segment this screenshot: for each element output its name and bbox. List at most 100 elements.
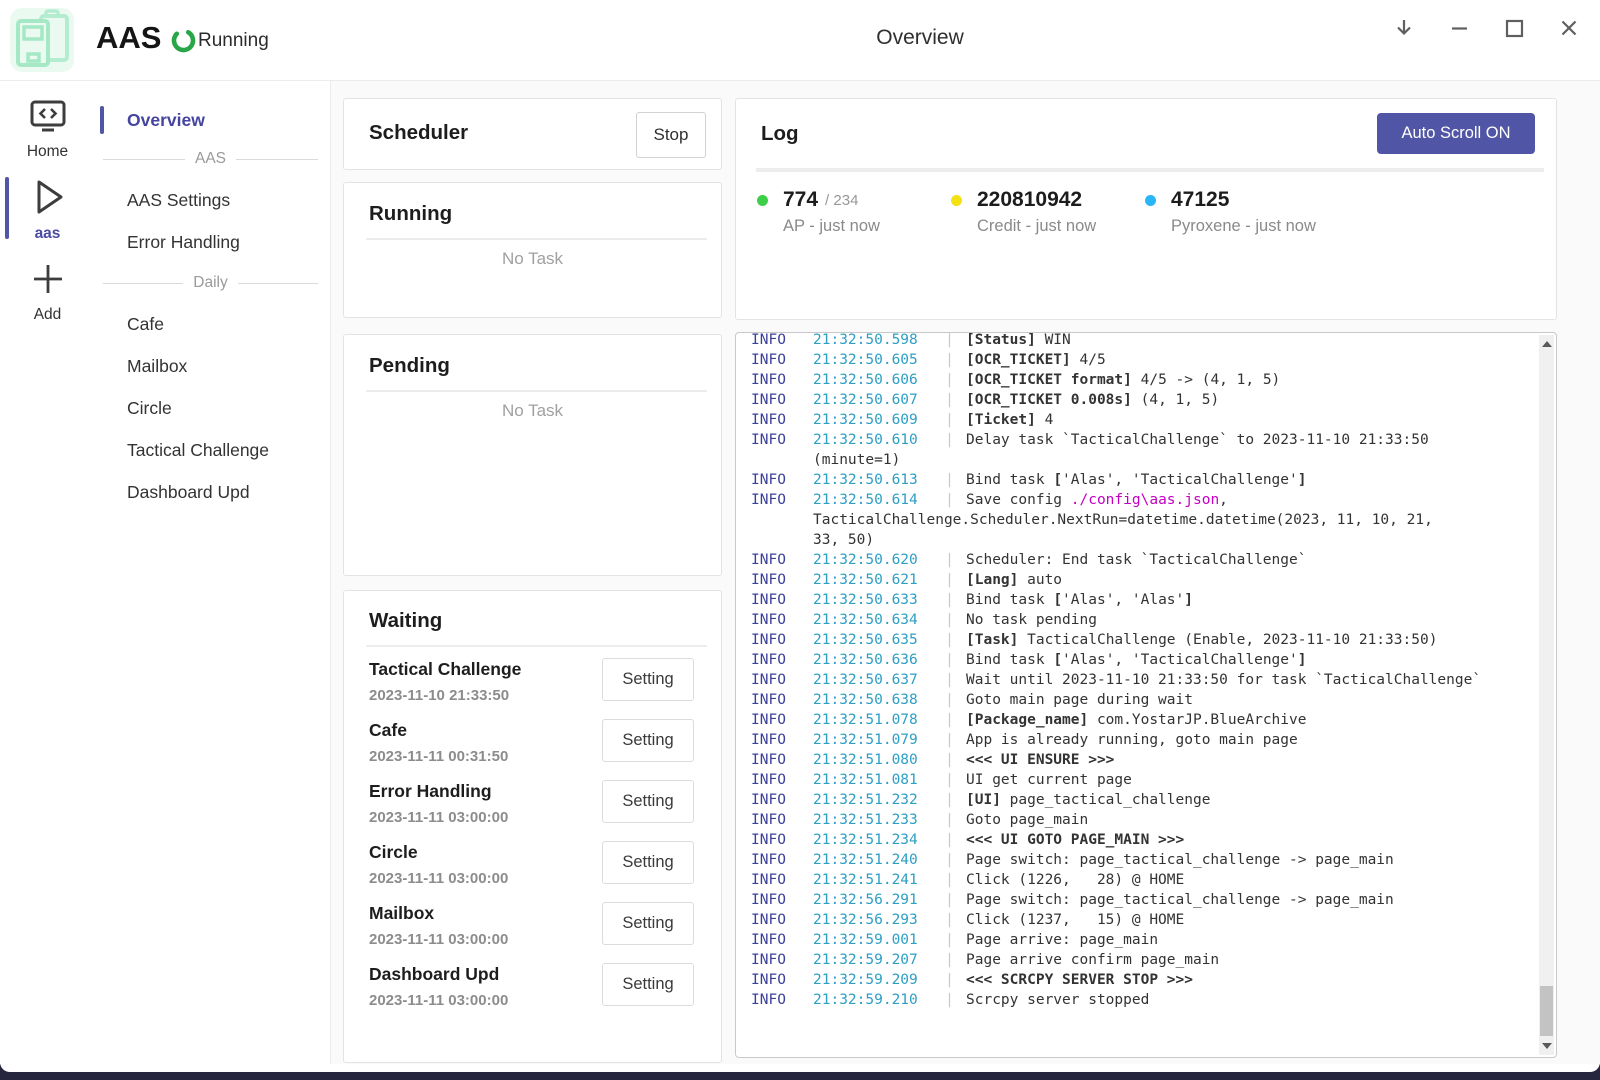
pending-title: Pending — [369, 354, 450, 378]
task-setting-button[interactable]: Setting — [602, 719, 694, 762]
log-message: [Task] TacticalChallenge (Enable, 2023-1… — [966, 630, 1437, 650]
log-level: INFO — [751, 990, 813, 1010]
log-level: INFO — [751, 770, 813, 790]
log-separator: | — [933, 930, 966, 950]
stat-total: / 234 — [825, 192, 858, 209]
log-timestamp: 21:32:51.233 — [813, 810, 933, 830]
sidebar-item-error-handling[interactable]: Error Handling — [95, 221, 330, 263]
log-timestamp: 21:32:50.610 — [813, 430, 933, 450]
log-level: INFO — [751, 830, 813, 850]
divider-line — [238, 283, 318, 284]
log-line-continuation: (minute=1) — [813, 450, 1536, 470]
log-separator: | — [933, 710, 966, 730]
log-message: Goto main page during wait — [966, 690, 1193, 710]
log-timestamp: 21:32:50.607 — [813, 390, 933, 410]
sidebar-item-label: Cafe — [127, 314, 164, 335]
sidebar-item-dashboard-upd[interactable]: Dashboard Upd — [95, 471, 330, 513]
log-line: INFO21:32:50.610|Delay task `TacticalCha… — [751, 430, 1536, 450]
sidebar-item-label: Tactical Challenge — [127, 440, 269, 461]
log-message: Wait until 2023-11-10 21:33:50 for task … — [966, 670, 1481, 690]
log-level: INFO — [751, 790, 813, 810]
sidebar-item-label: Circle — [127, 398, 172, 419]
log-separator: | — [933, 870, 966, 890]
log-line: INFO21:32:50.605|[OCR_TICKET] 4/5 — [751, 350, 1536, 370]
sidebar-item-label: Dashboard Upd — [127, 482, 250, 503]
scrollbar-up-arrow-icon[interactable] — [1542, 341, 1552, 347]
log-separator: | — [933, 770, 966, 790]
active-indicator — [5, 177, 9, 239]
stat-value: 47125 — [1171, 188, 1229, 212]
log-scrollbar[interactable] — [1539, 335, 1554, 1055]
close-icon — [1554, 13, 1584, 46]
waiting-task-row: Cafe2023-11-11 00:31:50Setting — [369, 718, 694, 779]
close-button[interactable] — [1554, 14, 1584, 44]
log-level: INFO — [751, 890, 813, 910]
log-message: Bind task ['Alas', 'Alas'] — [966, 590, 1193, 610]
waiting-task-row: Dashboard Upd2023-11-11 03:00:00Setting — [369, 962, 694, 1023]
stat-label: AP - just now — [783, 217, 951, 236]
log-line: INFO21:32:50.606|[OCR_TICKET format] 4/5… — [751, 370, 1536, 390]
task-setting-button[interactable]: Setting — [602, 902, 694, 945]
log-message: [Lang] auto — [966, 570, 1062, 590]
sidebar-item-aas-settings[interactable]: AAS Settings — [95, 179, 330, 221]
log-line: INFO21:32:51.233|Goto page_main — [751, 810, 1536, 830]
log-message: Delay task `TacticalChallenge` to 2023-1… — [966, 430, 1429, 450]
log-timestamp: 21:32:51.078 — [813, 710, 933, 730]
dashboard-stat: 220810942Credit - just now — [951, 187, 1145, 236]
log-timestamp: 21:32:59.001 — [813, 930, 933, 950]
log-message: [Package_name] com.YostarJP.BlueArchive — [966, 710, 1306, 730]
log-line: INFO21:32:51.241|Click (1226, 28) @ HOME — [751, 870, 1536, 890]
scrollbar-thumb[interactable] — [1540, 986, 1553, 1036]
auto-scroll-toggle-button[interactable]: Auto Scroll ON — [1377, 113, 1535, 154]
maximize-button[interactable] — [1499, 14, 1529, 44]
rail-item-add[interactable]: Add — [0, 260, 95, 324]
update-download-button[interactable] — [1389, 14, 1419, 44]
log-message: UI get current page — [966, 770, 1132, 790]
sidebar-item-overview[interactable]: Overview — [95, 101, 330, 139]
log-message: [Ticket] 4 — [966, 410, 1053, 430]
task-setting-button[interactable]: Setting — [602, 841, 694, 884]
log-timestamp: 21:32:59.209 — [813, 970, 933, 990]
task-setting-button[interactable]: Setting — [602, 963, 694, 1006]
log-line: INFO21:32:50.613|Bind task ['Alas', 'Tac… — [751, 470, 1536, 490]
log-level: INFO — [751, 470, 813, 490]
log-level: INFO — [751, 930, 813, 950]
scheduler-stop-button[interactable]: Stop — [636, 112, 706, 158]
log-level: INFO — [751, 690, 813, 710]
scrollbar-down-arrow-icon[interactable] — [1542, 1043, 1552, 1049]
log-message: Page switch: page_tactical_challenge -> … — [966, 890, 1394, 910]
log-level: INFO — [751, 950, 813, 970]
log-line: INFO21:32:50.609|[Ticket] 4 — [751, 410, 1536, 430]
log-separator: | — [933, 410, 966, 430]
stat-dot — [1145, 195, 1156, 206]
minimize-button[interactable] — [1444, 14, 1474, 44]
log-message: Click (1226, 28) @ HOME — [966, 870, 1184, 890]
log-level: INFO — [751, 570, 813, 590]
stat-value: 220810942 — [977, 188, 1082, 212]
log-line: INFO21:32:59.207|Page arrive confirm pag… — [751, 950, 1536, 970]
log-level: INFO — [751, 390, 813, 410]
log-level: INFO — [751, 850, 813, 870]
log-separator: | — [933, 333, 966, 350]
rail-item-home[interactable]: Home — [0, 99, 95, 161]
section-label: AAS — [195, 150, 226, 168]
log-separator: | — [933, 550, 966, 570]
running-card: Running No Task — [343, 182, 722, 318]
task-setting-button[interactable]: Setting — [602, 780, 694, 823]
log-level: INFO — [751, 550, 813, 570]
rail-item-aas[interactable]: aas — [0, 177, 95, 243]
sidebar-item-mailbox[interactable]: Mailbox — [95, 345, 330, 387]
log-level: INFO — [751, 710, 813, 730]
sidebar-item-tactical-challenge[interactable]: Tactical Challenge — [95, 429, 330, 471]
log-separator: | — [933, 370, 966, 390]
sidebar-item-circle[interactable]: Circle — [95, 387, 330, 429]
title-bar: AAS Running Overview — [0, 0, 1600, 81]
rail-item-label: aas — [35, 225, 61, 243]
log-level: INFO — [751, 730, 813, 750]
log-line: INFO21:32:56.291|Page switch: page_tacti… — [751, 890, 1536, 910]
divider — [366, 645, 707, 647]
rail-item-label: Home — [27, 143, 68, 161]
sidebar-item-cafe[interactable]: Cafe — [95, 303, 330, 345]
task-setting-button[interactable]: Setting — [602, 658, 694, 701]
stat-value-row: 220810942 — [951, 187, 1145, 213]
